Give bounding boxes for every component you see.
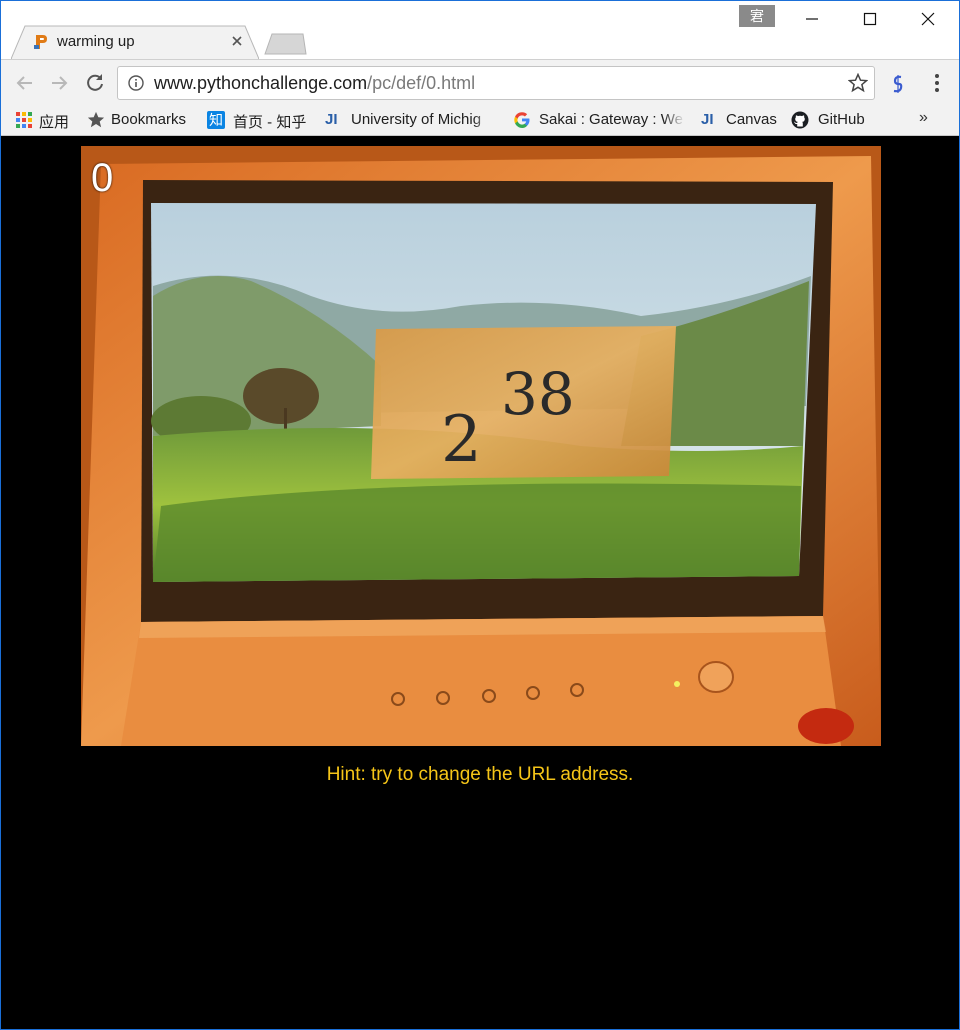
python-challenge-favicon-icon [33, 34, 49, 50]
new-tab-icon [264, 33, 307, 55]
maximize-button[interactable] [841, 1, 899, 37]
minimize-button[interactable] [783, 1, 841, 37]
bookmark-label: Bookmarks [111, 111, 187, 128]
close-icon [921, 12, 935, 26]
bookmark-github[interactable]: GitHub [791, 109, 875, 131]
bookmark-label: Canvas [726, 111, 777, 128]
browser-toolbar: www.pythonchallenge.com/pc/def/0.html [1, 59, 959, 106]
reload-button[interactable] [83, 71, 107, 95]
ji-icon: JI [701, 111, 714, 128]
bookmark-label: GitHub [818, 111, 865, 128]
github-icon [791, 111, 809, 129]
monitor-puzzle-image: 2 38 [81, 146, 881, 746]
more-bookmarks-chevron-icon[interactable]: » [919, 109, 928, 127]
ime-indicator: 宭 [739, 5, 775, 27]
bookmark-label: University of Michig [351, 111, 482, 128]
bookmark-apps[interactable]: 应用 [15, 109, 75, 131]
title-bar: warming up 宭 [1, 1, 959, 59]
bookmark-fade [663, 109, 685, 131]
forward-button[interactable] [47, 71, 71, 95]
bookmark-university-of-michigan[interactable]: JI University of Michig [325, 109, 495, 131]
star-icon [87, 111, 105, 129]
close-window-button[interactable] [899, 1, 957, 37]
google-icon [513, 111, 531, 129]
tab-title: warming up [57, 33, 135, 50]
site-info-icon[interactable] [128, 75, 144, 91]
maximize-icon [863, 12, 877, 26]
back-button[interactable] [13, 71, 37, 95]
bookmark-bookmarks[interactable]: Bookmarks [87, 109, 197, 131]
hint-text: Hint: try to change the URL address. [326, 764, 634, 785]
extension-icon[interactable] [887, 73, 909, 95]
ji-icon: JI [325, 111, 338, 128]
bookmark-canvas[interactable]: JI Canvas [701, 109, 781, 131]
apps-grid-icon [15, 111, 33, 129]
back-arrow-icon [16, 76, 32, 90]
browser-menu-icon[interactable] [929, 72, 945, 94]
address-bar[interactable]: www.pythonchallenge.com/pc/def/0.html [117, 66, 875, 100]
url-path: /pc/def/0.html [367, 73, 476, 93]
bookmark-label: 应用 [39, 114, 70, 131]
bookmark-zhihu[interactable]: 知 首页 - 知乎 [207, 109, 313, 131]
bookmark-label: Sakai : Gateway : We [539, 111, 683, 128]
reload-icon [87, 74, 103, 91]
bookmark-label: 首页 - 知乎 [233, 114, 307, 131]
new-tab-button[interactable] [263, 33, 307, 60]
browser-window: warming up 宭 www.pythonchallenge.com/pc/… [0, 0, 960, 1030]
bookmarks-bar: 应用 Bookmarks 知 首页 - 知乎 JI University of … [1, 105, 959, 136]
page-content: 2 38 0 Hint: try to change the URL addre… [1, 136, 959, 1029]
tab-warming-up[interactable]: warming up [11, 25, 259, 59]
forward-arrow-icon [52, 76, 68, 90]
close-tab-icon[interactable] [229, 33, 245, 49]
url-text[interactable]: www.pythonchallenge.com/pc/def/0.html [154, 73, 475, 94]
level-number: 0 [91, 156, 114, 200]
exponent-power: 38 [501, 360, 575, 428]
url-host: www.pythonchallenge.com [154, 73, 368, 93]
bookmark-sakai[interactable]: Sakai : Gateway : We [513, 109, 685, 131]
minimize-icon [806, 18, 818, 20]
exponent-base: 2 [441, 403, 482, 477]
bookmark-fade [473, 109, 495, 131]
bookmark-star-icon[interactable] [847, 72, 869, 93]
zhihu-icon: 知 [207, 111, 225, 129]
